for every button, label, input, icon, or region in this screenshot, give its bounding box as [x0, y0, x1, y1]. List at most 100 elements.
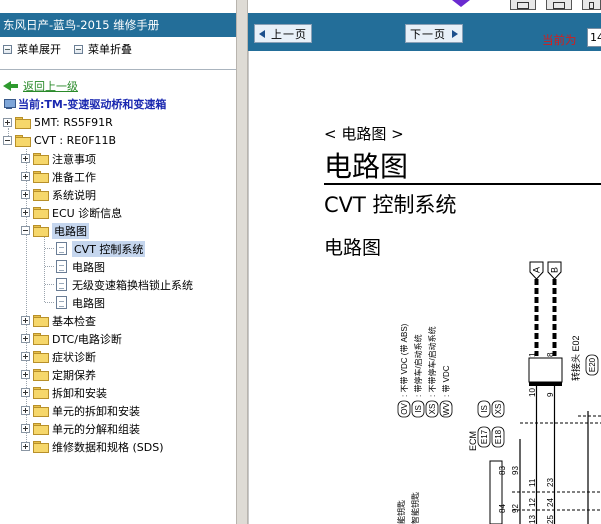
next-page-label: 下一页 — [410, 27, 446, 41]
connector-block-bar — [529, 382, 562, 386]
toolbar-strip — [248, 0, 601, 13]
menu-icon — [74, 44, 83, 54]
tree-item-preparation[interactable]: 准备工作 — [21, 168, 96, 185]
folder-icon — [33, 315, 49, 327]
expand-icon[interactable] — [21, 154, 30, 163]
tree-item-label: 准备工作 — [52, 170, 96, 184]
back-link[interactable]: 返回上一级 — [3, 78, 78, 94]
wiring-diagram: A B OV : 不带 VDC (带 ABS) IS: 带停车/启动系统 XS… — [396, 261, 601, 524]
folder-icon — [33, 441, 49, 453]
tree-item-cvt[interactable]: CVT : RE0F11B — [3, 132, 116, 149]
previous-page-label: 上一页 — [271, 27, 307, 41]
window-icon[interactable] — [582, 0, 601, 10]
tree-item-service-data-sds[interactable]: 维修数据和规格 (SDS) — [21, 438, 164, 455]
arrow-right-icon — [452, 29, 458, 38]
tree-item-symptom-diagnosis[interactable]: 症状诊断 — [21, 348, 96, 365]
tree-item-label: 定期保养 — [52, 368, 96, 382]
tree-connector — [45, 248, 54, 249]
tree-item-label: 电路图 — [52, 222, 89, 239]
expand-icon[interactable] — [21, 316, 30, 325]
ecm-connector-e18-label: E18 — [494, 429, 503, 444]
tree-item-unit-removal-installation[interactable]: 单元的拆卸和安装 — [21, 402, 140, 419]
collapse-menu-button[interactable]: 菜单折叠 — [74, 41, 132, 57]
folder-icon — [33, 405, 49, 417]
tree-item-label: CVT 控制系统 — [72, 240, 146, 257]
folder-icon — [33, 333, 49, 345]
tree-item-cvt-control-system[interactable]: CVT 控制系统 — [56, 240, 146, 257]
menu-icon — [3, 44, 12, 54]
ecm-connector-e17-label: E17 — [480, 429, 489, 444]
legend-text: : 带停车/启动系统 — [413, 334, 423, 397]
panel-splitter[interactable] — [236, 0, 248, 524]
tree-item-system-description[interactable]: 系统说明 — [21, 186, 96, 203]
back-link-label: 返回上一级 — [23, 80, 78, 93]
tree-item-shift-lock-system[interactable]: 无级变速箱换档锁止系统 — [56, 276, 193, 293]
folder-icon — [15, 117, 31, 129]
connector-flag-b: B — [547, 261, 562, 280]
tree-item-label: 基本检查 — [52, 314, 96, 328]
collapse-icon[interactable] — [21, 226, 30, 235]
document-viewport: < 电路图 > 电路图 CVT 控制系统 电路图 A B OV: 不带 VDC… — [248, 51, 601, 524]
divider — [0, 69, 236, 70]
connector-e20-label: E20 — [588, 357, 597, 372]
page-number-input[interactable]: 14 — [587, 28, 601, 47]
arrow-left-icon — [259, 29, 265, 38]
folder-icon — [33, 369, 49, 381]
tree-connector — [44, 236, 45, 302]
expand-icon[interactable] — [21, 388, 30, 397]
badge-xs: XS — [491, 400, 505, 418]
pin-number: 9 — [546, 392, 555, 397]
legend-text: : 不带 VDC (带 ABS) — [400, 323, 409, 397]
expand-icon[interactable] — [21, 352, 30, 361]
expand-icon[interactable] — [21, 424, 30, 433]
legend-entry: WV : 带 VDC — [439, 365, 453, 418]
expand-icon[interactable] — [3, 118, 12, 127]
pin-number: 83 — [498, 466, 507, 475]
tree-item-wiring-diagram[interactable]: 电路图 — [21, 222, 89, 239]
window-icon[interactable] — [510, 0, 536, 10]
folder-open-icon — [33, 225, 49, 237]
tree-item-unit-disassembly[interactable]: 单元的分解和组装 — [21, 420, 140, 437]
previous-page-button[interactable]: 上一页 — [254, 24, 312, 43]
folder-open-icon — [15, 135, 31, 147]
expand-icon[interactable] — [21, 406, 30, 415]
tree-item-dtc-diagnosis[interactable]: DTC/电路诊断 — [21, 330, 122, 347]
tree-item-circuit-diagram[interactable]: 电路图 — [56, 258, 105, 275]
next-page-button[interactable]: 下一页 — [405, 24, 463, 43]
folder-icon — [33, 153, 49, 165]
pin-number: 25 — [546, 515, 555, 524]
current-location-label: 当前:TM-变速驱动桥和变速箱 — [18, 98, 167, 111]
tree-item-periodic-maintenance[interactable]: 定期保养 — [21, 366, 96, 383]
expand-icon[interactable] — [21, 334, 30, 343]
window-icon[interactable] — [546, 0, 572, 10]
current-location: 当前:TM-变速驱动桥和变速箱 — [3, 96, 166, 112]
folder-icon — [33, 423, 49, 435]
folder-icon — [33, 189, 49, 201]
folder-icon — [33, 207, 49, 219]
expand-icon[interactable] — [21, 208, 30, 217]
expand-icon[interactable] — [21, 370, 30, 379]
tree-item-ecu-diagnosis[interactable]: ECU 诊断信息 — [21, 204, 122, 221]
tree-item-removal-installation[interactable]: 拆卸和安装 — [21, 384, 107, 401]
ecm-label: ECM — [468, 431, 478, 451]
diagram-bottom-label: 智能钥匙 — [410, 492, 420, 524]
tree-item-label: 注意事项 — [52, 152, 96, 166]
expand-icon[interactable] — [21, 190, 30, 199]
tree-item-5mt[interactable]: 5MT: RS5F91R — [3, 114, 113, 131]
legend: OV : 不带 VDC (带 ABS) IS : 带停车/启动系统 XS : 不… — [397, 323, 453, 418]
pin-number: 11 — [528, 478, 537, 487]
expand-menu-button[interactable]: 菜单展开 — [3, 41, 61, 57]
collapse-icon[interactable] — [3, 136, 12, 145]
tree-item-basic-inspection[interactable]: 基本检查 — [21, 312, 96, 329]
triangle-icon — [452, 0, 470, 7]
tree-connector — [45, 284, 54, 285]
navigation-panel: 东风日产-蓝鸟-2015 维修手册 菜单展开 菜单折叠 返回上一级 当前:TM-… — [0, 0, 236, 524]
expand-icon[interactable] — [21, 172, 30, 181]
connector-flag-b-label: B — [550, 267, 560, 273]
tree-item-circuit-diagram-2[interactable]: 电路图 — [56, 294, 105, 311]
tree-item-precautions[interactable]: 注意事项 — [21, 150, 96, 167]
app-title: 东风日产-蓝鸟-2015 维修手册 — [0, 13, 236, 37]
connector-flag-a-label: A — [532, 267, 542, 273]
expand-icon[interactable] — [21, 442, 30, 451]
tree-item-label: 单元的分解和组装 — [52, 422, 140, 436]
